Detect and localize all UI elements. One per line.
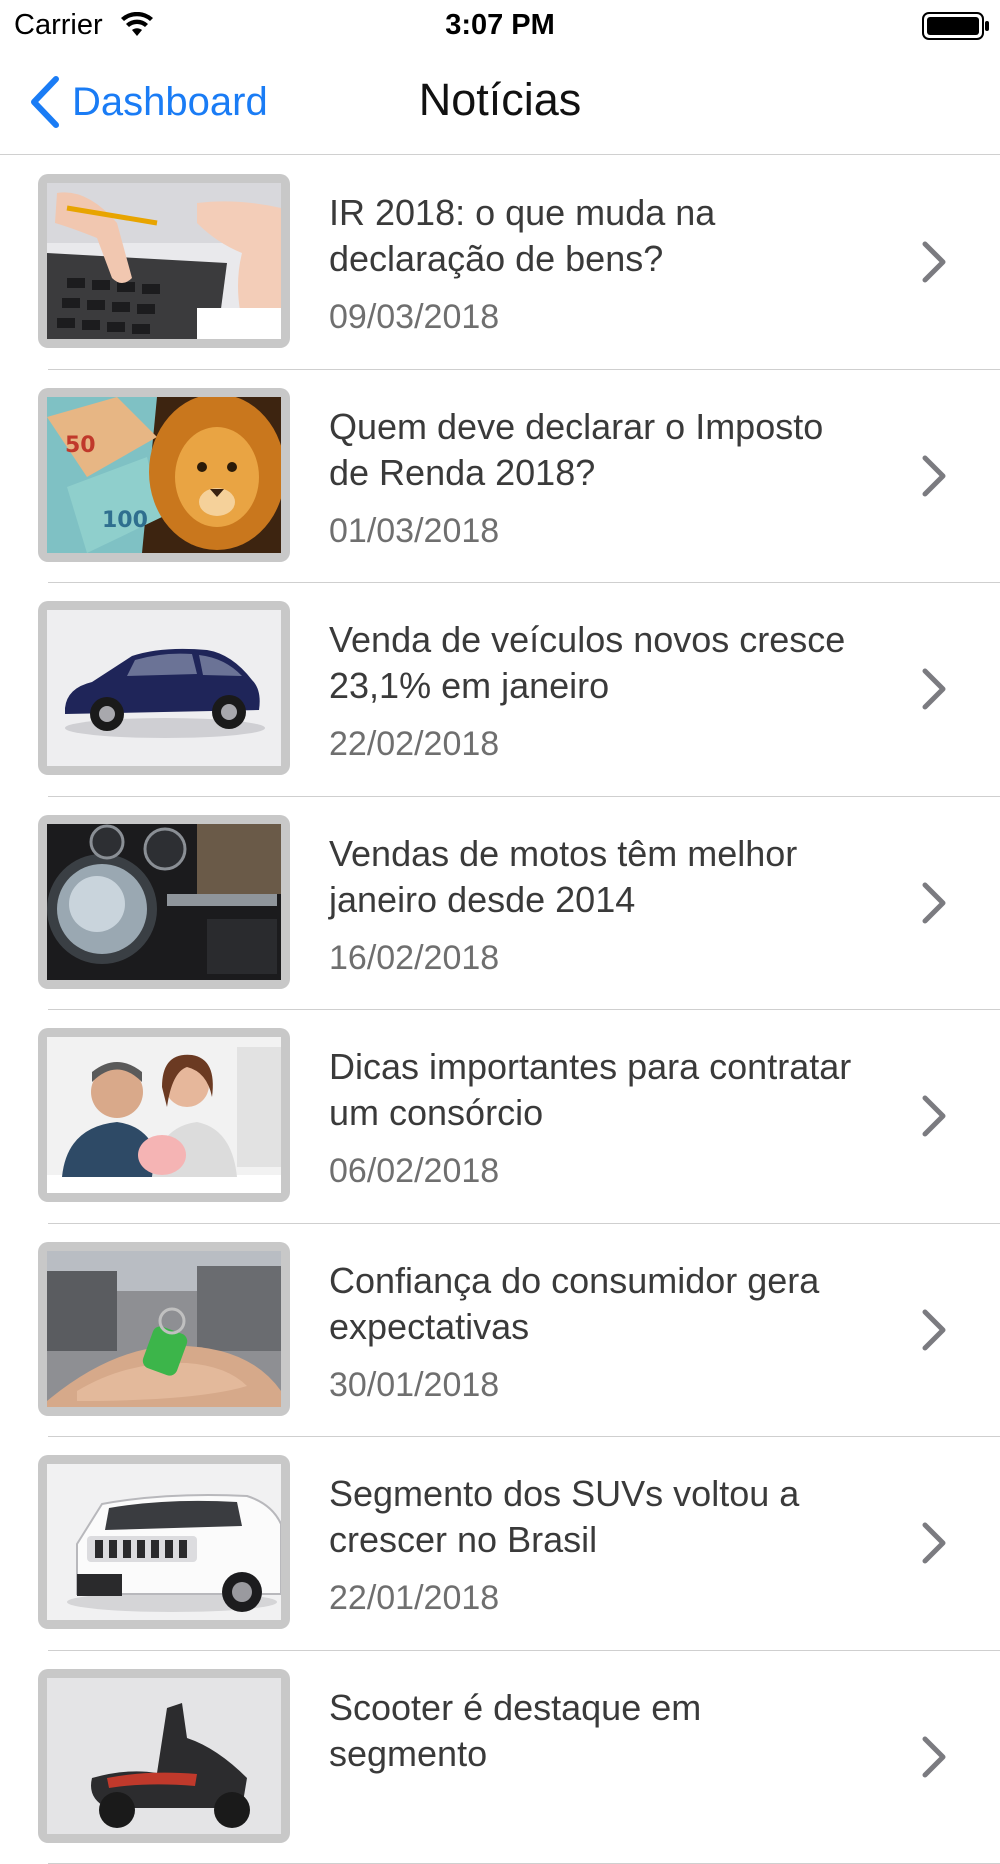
news-item[interactable]: Dicas importantes para contratar um cons… [0, 1010, 1000, 1224]
chevron-right-icon [920, 1521, 948, 1565]
status-bar: Carrier 3:07 PM [0, 0, 1000, 50]
white-jeep-suv-image [47, 1464, 281, 1620]
news-date: 09/03/2018 [329, 298, 499, 337]
news-thumbnail-calculator [38, 174, 290, 348]
couple-piggy-bank-image [47, 1037, 281, 1193]
news-title: Dicas importantes para contratar um cons… [329, 1044, 869, 1136]
page-title: Notícias [0, 74, 1000, 126]
news-title: Confiança do consumidor gera expectativa… [329, 1258, 869, 1350]
lion-banknotes-image: 50 100 [47, 397, 281, 553]
calculator-hands-image [47, 183, 281, 339]
news-date: 22/01/2018 [329, 1579, 499, 1618]
banknote-mark: 50 [65, 433, 96, 458]
news-title: Segmento dos SUVs voltou a crescer no Br… [329, 1471, 869, 1563]
news-thumbnail-motorcycle [38, 815, 290, 989]
news-date: 22/02/2018 [329, 725, 499, 764]
hand-holding-keys-image [47, 1251, 281, 1407]
scooter-image [47, 1678, 281, 1834]
news-thumbnail-suv [38, 1455, 290, 1629]
news-item[interactable]: 50 100 Quem deve declarar o Imposto de R… [0, 370, 1000, 584]
chevron-right-icon [920, 240, 948, 284]
blue-hatchback-car-image [47, 610, 281, 766]
news-item[interactable]: Segmento dos SUVs voltou a crescer no Br… [0, 1437, 1000, 1651]
battery-icon [922, 12, 990, 40]
news-title: Venda de veículos novos cresce 23,1% em … [329, 617, 869, 709]
motorcycle-headlight-image [47, 824, 281, 980]
chevron-right-icon [920, 1735, 948, 1779]
chevron-right-icon [920, 454, 948, 498]
news-title: Quem deve declarar o Imposto de Renda 20… [329, 404, 869, 496]
news-item[interactable]: Scooter é destaque em segmento [0, 1651, 1000, 1864]
chevron-right-icon [920, 1308, 948, 1352]
chevron-right-icon [920, 1094, 948, 1138]
chevron-right-icon [920, 667, 948, 711]
news-date: 16/02/2018 [329, 939, 499, 978]
news-item[interactable]: Confiança do consumidor gera expectativa… [0, 1224, 1000, 1438]
news-title: IR 2018: o que muda na declaração de ben… [329, 190, 869, 282]
news-date: 30/01/2018 [329, 1366, 499, 1405]
news-title: Vendas de motos têm melhor janeiro desde… [329, 831, 869, 923]
news-title: Scooter é destaque em segmento [329, 1685, 869, 1777]
status-time: 3:07 PM [0, 9, 1000, 42]
navigation-bar: Dashboard Notícias [0, 50, 1000, 155]
news-date: 06/02/2018 [329, 1152, 499, 1191]
news-thumbnail-car [38, 601, 290, 775]
news-thumbnail-keys [38, 1242, 290, 1416]
news-thumbnail-scooter [38, 1669, 290, 1843]
news-list: IR 2018: o que muda na declaração de ben… [0, 156, 1000, 1864]
chevron-right-icon [920, 881, 948, 925]
news-thumbnail-couple [38, 1028, 290, 1202]
news-item[interactable]: Venda de veículos novos cresce 23,1% em … [0, 583, 1000, 797]
news-date: 01/03/2018 [329, 512, 499, 551]
banknote-mark: 100 [102, 508, 148, 533]
news-item[interactable]: IR 2018: o que muda na declaração de ben… [0, 156, 1000, 370]
news-item[interactable]: Vendas de motos têm melhor janeiro desde… [0, 797, 1000, 1011]
news-thumbnail-lion: 50 100 [38, 388, 290, 562]
